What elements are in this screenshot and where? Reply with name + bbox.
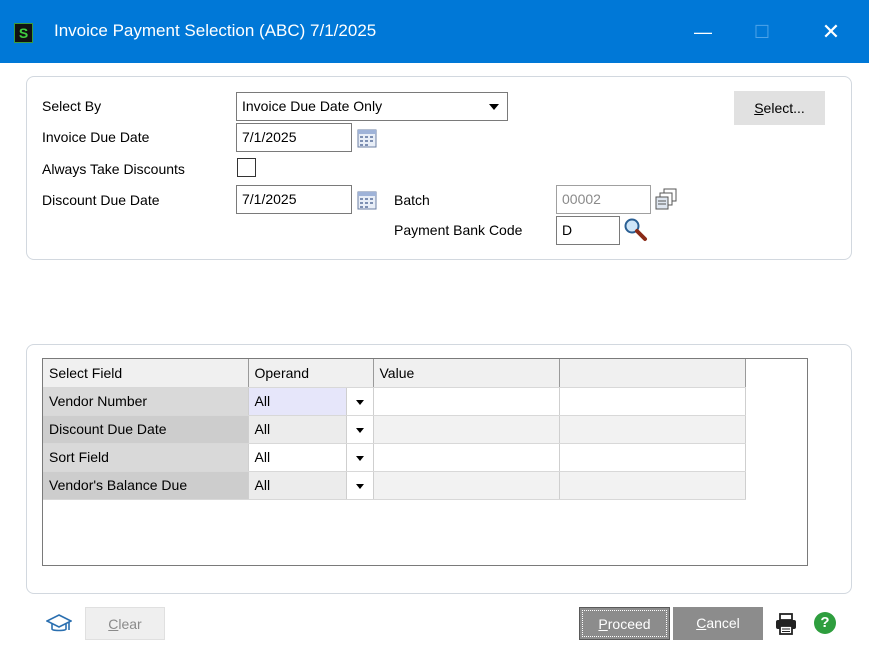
- value-cell-extra[interactable]: [559, 471, 746, 500]
- chevron-down-icon: [355, 455, 364, 461]
- batch-label: Batch: [394, 192, 430, 208]
- discount-due-date-label: Discount Due Date: [42, 192, 160, 208]
- select-button-label: elect...: [763, 100, 805, 116]
- cancel-button[interactable]: Cancel: [673, 607, 763, 640]
- minimize-button[interactable]: —: [680, 14, 726, 50]
- select-field-cell: Discount Due Date: [43, 415, 249, 444]
- proceed-button-hotkey: P: [598, 616, 608, 632]
- payment-bank-code-label: Payment Bank Code: [394, 222, 523, 238]
- value-cell-extra[interactable]: [559, 415, 746, 444]
- cancel-button-hotkey: C: [696, 615, 707, 631]
- select-field-cell: Vendor's Balance Due: [43, 471, 249, 500]
- invoice-due-date-label: Invoice Due Date: [42, 129, 150, 145]
- always-take-discounts-checkbox[interactable]: [237, 158, 256, 177]
- table-row[interactable]: Vendor's Balance Due All: [43, 471, 746, 500]
- select-button-hotkey: S: [754, 100, 764, 116]
- value-cell-extra[interactable]: [559, 387, 746, 416]
- chevron-down-icon: [489, 104, 499, 110]
- discount-due-date-field[interactable]: 7/1/2025: [236, 185, 352, 214]
- column-header: [559, 359, 746, 388]
- value-cell[interactable]: [373, 415, 560, 444]
- selection-criteria-grid: Select Field Operand Value Vendor Number…: [42, 358, 808, 566]
- proceed-button-label: roceed: [607, 616, 651, 632]
- help-icon-glyph: ?: [820, 614, 830, 631]
- select-by-value: Invoice Due Date Only: [242, 98, 383, 114]
- value-cell[interactable]: [373, 471, 560, 500]
- operand-dropdown[interactable]: [345, 415, 374, 444]
- operand-dropdown[interactable]: [345, 443, 374, 472]
- clear-button-label: lear: [118, 616, 142, 632]
- select-field-cell: Sort Field: [43, 443, 249, 472]
- app-icon: S: [14, 23, 33, 43]
- always-take-discounts-label: Always Take Discounts: [42, 161, 185, 177]
- batch-field[interactable]: 00002: [556, 185, 651, 214]
- calendar-icon[interactable]: [357, 190, 377, 210]
- calendar-icon[interactable]: [357, 128, 377, 148]
- select-field-cell: Vendor Number: [43, 387, 249, 416]
- select-button[interactable]: Select...: [734, 91, 825, 125]
- table-row[interactable]: Discount Due Date All: [43, 415, 746, 444]
- table-header: Select Field Operand Value: [43, 359, 746, 388]
- invoice-due-date-field[interactable]: 7/1/2025: [236, 123, 352, 152]
- value-cell[interactable]: [373, 443, 560, 472]
- column-header[interactable]: Value: [373, 359, 560, 388]
- chevron-down-icon: [355, 483, 364, 489]
- operand-cell[interactable]: All: [248, 471, 347, 500]
- chevron-down-icon: [355, 399, 364, 405]
- help-icon[interactable]: ?: [814, 612, 836, 634]
- payment-bank-code-value: D: [562, 222, 573, 238]
- select-by-dropdown[interactable]: Invoice Due Date Only: [236, 92, 508, 121]
- discount-due-date-value: 7/1/2025: [242, 191, 297, 207]
- close-button[interactable]: ✕: [808, 14, 854, 50]
- proceed-button[interactable]: Proceed: [579, 607, 670, 640]
- operand-dropdown[interactable]: [345, 471, 374, 500]
- invoice-due-date-value: 7/1/2025: [242, 129, 297, 145]
- search-icon[interactable]: [623, 217, 649, 243]
- criteria-table: Select Field Operand Value Vendor Number…: [43, 359, 746, 500]
- maximize-button[interactable]: ☐: [739, 14, 785, 50]
- title-bar: S Invoice Payment Selection (ABC) 7/1/20…: [0, 0, 869, 63]
- printer-icon[interactable]: [774, 612, 798, 636]
- operand-dropdown[interactable]: [345, 387, 374, 416]
- clear-button-hotkey: C: [108, 616, 119, 632]
- cancel-button-label: ancel: [706, 615, 740, 631]
- operand-cell[interactable]: All: [248, 415, 347, 444]
- column-header[interactable]: Select Field: [43, 359, 249, 388]
- operand-cell[interactable]: All: [248, 387, 347, 416]
- chevron-down-icon: [355, 427, 364, 433]
- value-cell[interactable]: [373, 387, 560, 416]
- graduation-cap-icon[interactable]: [46, 612, 72, 636]
- value-cell-extra[interactable]: [559, 443, 746, 472]
- column-header[interactable]: Operand: [248, 359, 374, 388]
- operand-cell[interactable]: All: [248, 443, 347, 472]
- batch-lookup-icon[interactable]: [655, 187, 679, 211]
- table-row[interactable]: Vendor Number All: [43, 387, 746, 416]
- window-title: Invoice Payment Selection (ABC) 7/1/2025: [54, 21, 377, 40]
- clear-button[interactable]: Clear: [85, 607, 165, 640]
- select-by-label: Select By: [42, 98, 102, 114]
- batch-value: 00002: [562, 191, 601, 207]
- table-row[interactable]: Sort Field All: [43, 443, 746, 472]
- payment-bank-code-field[interactable]: D: [556, 216, 620, 245]
